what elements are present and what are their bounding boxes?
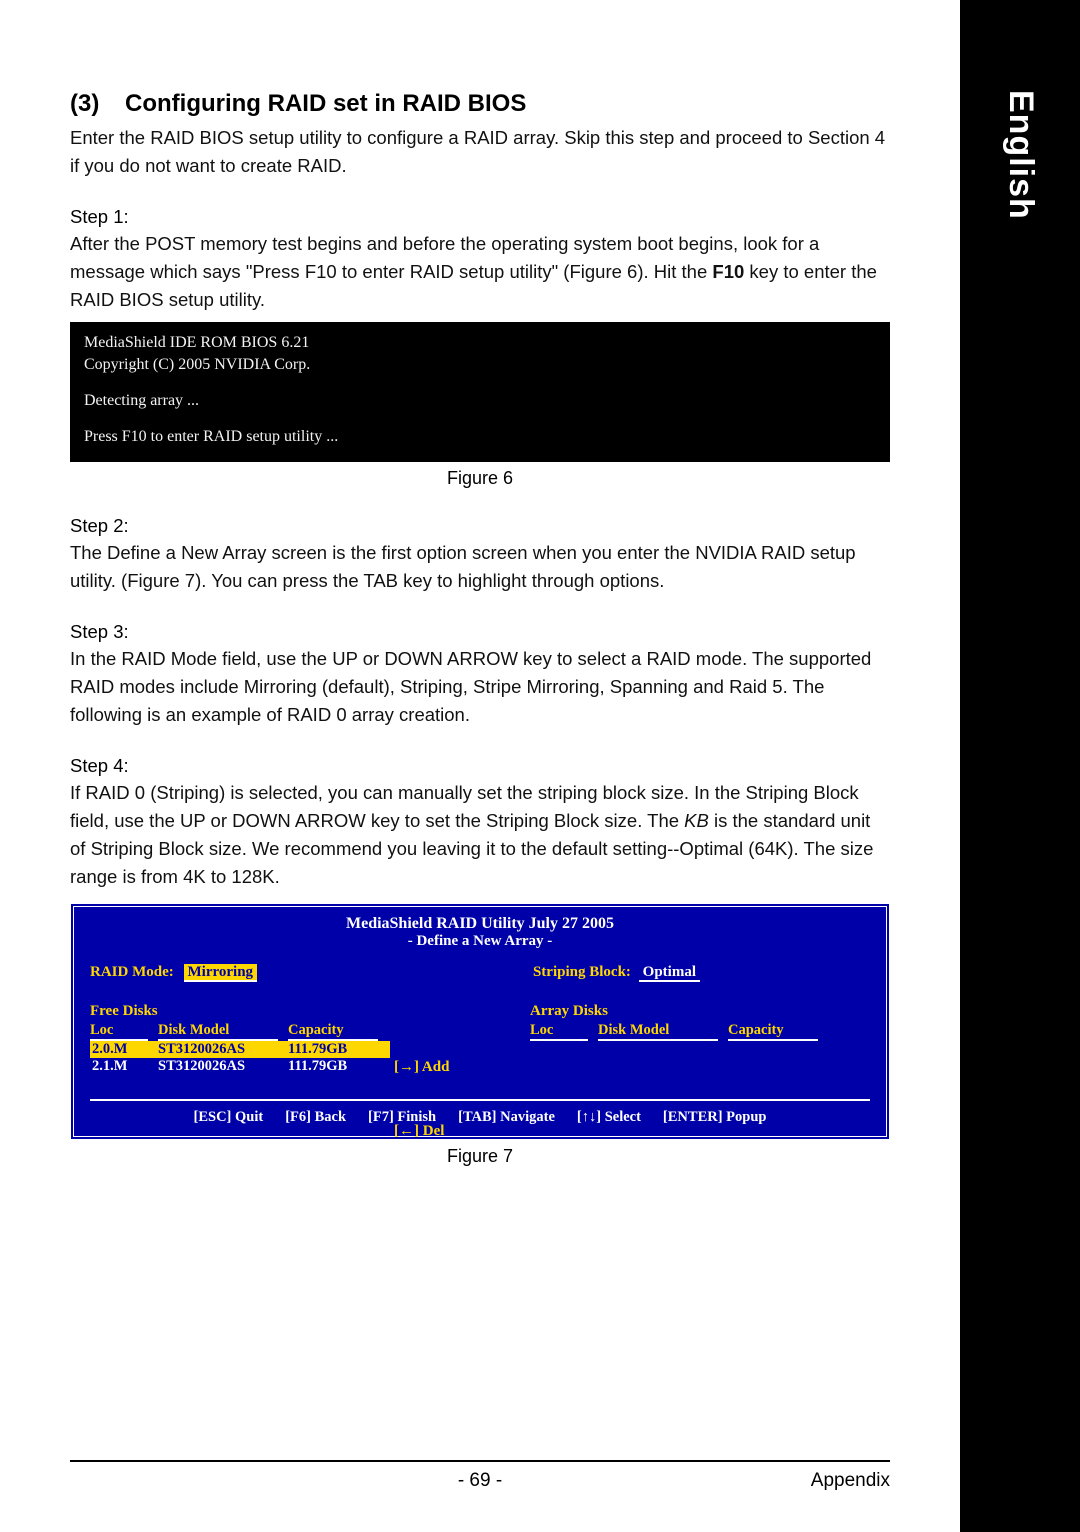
raid-title: MediaShield RAID Utility July 27 2005 — [90, 915, 870, 933]
page-footer: - 69 - Appendix — [70, 1460, 890, 1492]
page-content: (3)Configuring RAID set in RAID BIOS Ent… — [0, 0, 960, 1532]
disk-loc: 2.0.M — [90, 1041, 148, 1058]
raid-subtitle: - Define a New Array - — [90, 933, 870, 950]
step4-label: Step 4: — [70, 755, 890, 777]
figure6-caption: Figure 6 — [70, 468, 890, 489]
disk-model: ST3120026AS — [158, 1041, 278, 1058]
array-disks-table[interactable]: Array Disks Loc Disk Model Capacity — [530, 1003, 830, 1075]
step4-text: If RAID 0 (Striping) is selected, you ca… — [70, 779, 890, 891]
section-heading: (3)Configuring RAID set in RAID BIOS — [70, 90, 890, 118]
col-capacity: Capacity — [728, 1022, 818, 1041]
hint-quit: [ESC] Quit — [194, 1109, 264, 1126]
free-disks-heading: Free Disks — [90, 1003, 390, 1020]
page-number: - 69 - — [458, 1470, 502, 1492]
step4-italic: KB — [684, 810, 709, 831]
disk-model: ST3120026AS — [158, 1058, 278, 1075]
free-disks-table[interactable]: Free Disks Loc Disk Model Capacity 2.0.M… — [90, 1003, 390, 1075]
step3-text: In the RAID Mode field, use the UP or DO… — [70, 645, 890, 729]
raid-mode-label: RAID Mode: — [90, 964, 174, 980]
hint-navigate: [TAB] Navigate — [458, 1109, 555, 1126]
striping-block-label: Striping Block: — [533, 964, 631, 980]
footer-section: Appendix — [811, 1470, 890, 1492]
hint-back: [F6] Back — [285, 1109, 346, 1126]
step1-text-a: After the POST memory test begins and be… — [70, 233, 819, 282]
col-model: Disk Model — [598, 1022, 718, 1041]
step2-label: Step 2: — [70, 515, 890, 537]
console-line: Copyright (C) 2005 NVIDIA Corp. — [84, 354, 876, 376]
disk-loc: 2.1.M — [90, 1058, 148, 1075]
intro-paragraph: Enter the RAID BIOS setup utility to con… — [70, 124, 890, 180]
array-disks-heading: Array Disks — [530, 1003, 830, 1020]
hint-popup: [ENTER] Popup — [663, 1109, 767, 1126]
raid-footer-hints: [ESC] Quit [F6] Back [F7] Finish [TAB] N… — [90, 1099, 870, 1126]
disk-row[interactable]: 2.0.M ST3120026AS 111.79GB — [90, 1041, 390, 1058]
step1-label: Step 1: — [70, 206, 890, 228]
disk-capacity: 111.79GB — [288, 1041, 378, 1058]
del-hint: [←] Del — [394, 1123, 444, 1140]
step3-label: Step 3: — [70, 621, 890, 643]
add-hint: [→] Add — [394, 1059, 449, 1076]
col-model: Disk Model — [158, 1022, 278, 1041]
striping-block-value: Optimal — [639, 964, 700, 982]
col-loc: Loc — [530, 1022, 588, 1041]
col-capacity: Capacity — [288, 1022, 378, 1041]
console-line: Press F10 to enter RAID setup utility ..… — [84, 426, 876, 448]
language-tab-text: English — [1001, 90, 1040, 220]
figure7-raid-utility: MediaShield RAID Utility July 27 2005 - … — [70, 903, 890, 1140]
step1-text: After the POST memory test begins and be… — [70, 230, 890, 314]
console-line: Detecting array ... — [84, 390, 876, 412]
step1-bold-key: F10 — [712, 261, 744, 282]
hint-select: [↑↓] Select — [577, 1109, 641, 1126]
section-title-text: Configuring RAID set in RAID BIOS — [125, 90, 526, 117]
section-number: (3) — [70, 90, 125, 118]
step2-text: The Define a New Array screen is the fir… — [70, 539, 890, 595]
col-loc: Loc — [90, 1022, 148, 1041]
disk-row[interactable]: 2.1.M ST3120026AS 111.79GB — [90, 1058, 390, 1075]
figure7-caption: Figure 7 — [70, 1146, 890, 1167]
console-line: MediaShield IDE ROM BIOS 6.21 — [84, 332, 876, 354]
figure6-console: MediaShield IDE ROM BIOS 6.21 Copyright … — [70, 322, 890, 462]
raid-mode-value: Mirroring — [184, 964, 258, 982]
language-tab: English — [960, 0, 1080, 330]
disk-capacity: 111.79GB — [288, 1058, 378, 1075]
striping-block-field[interactable]: Striping Block: Optimal — [533, 964, 700, 981]
raid-mode-field[interactable]: RAID Mode: Mirroring — [90, 964, 257, 981]
